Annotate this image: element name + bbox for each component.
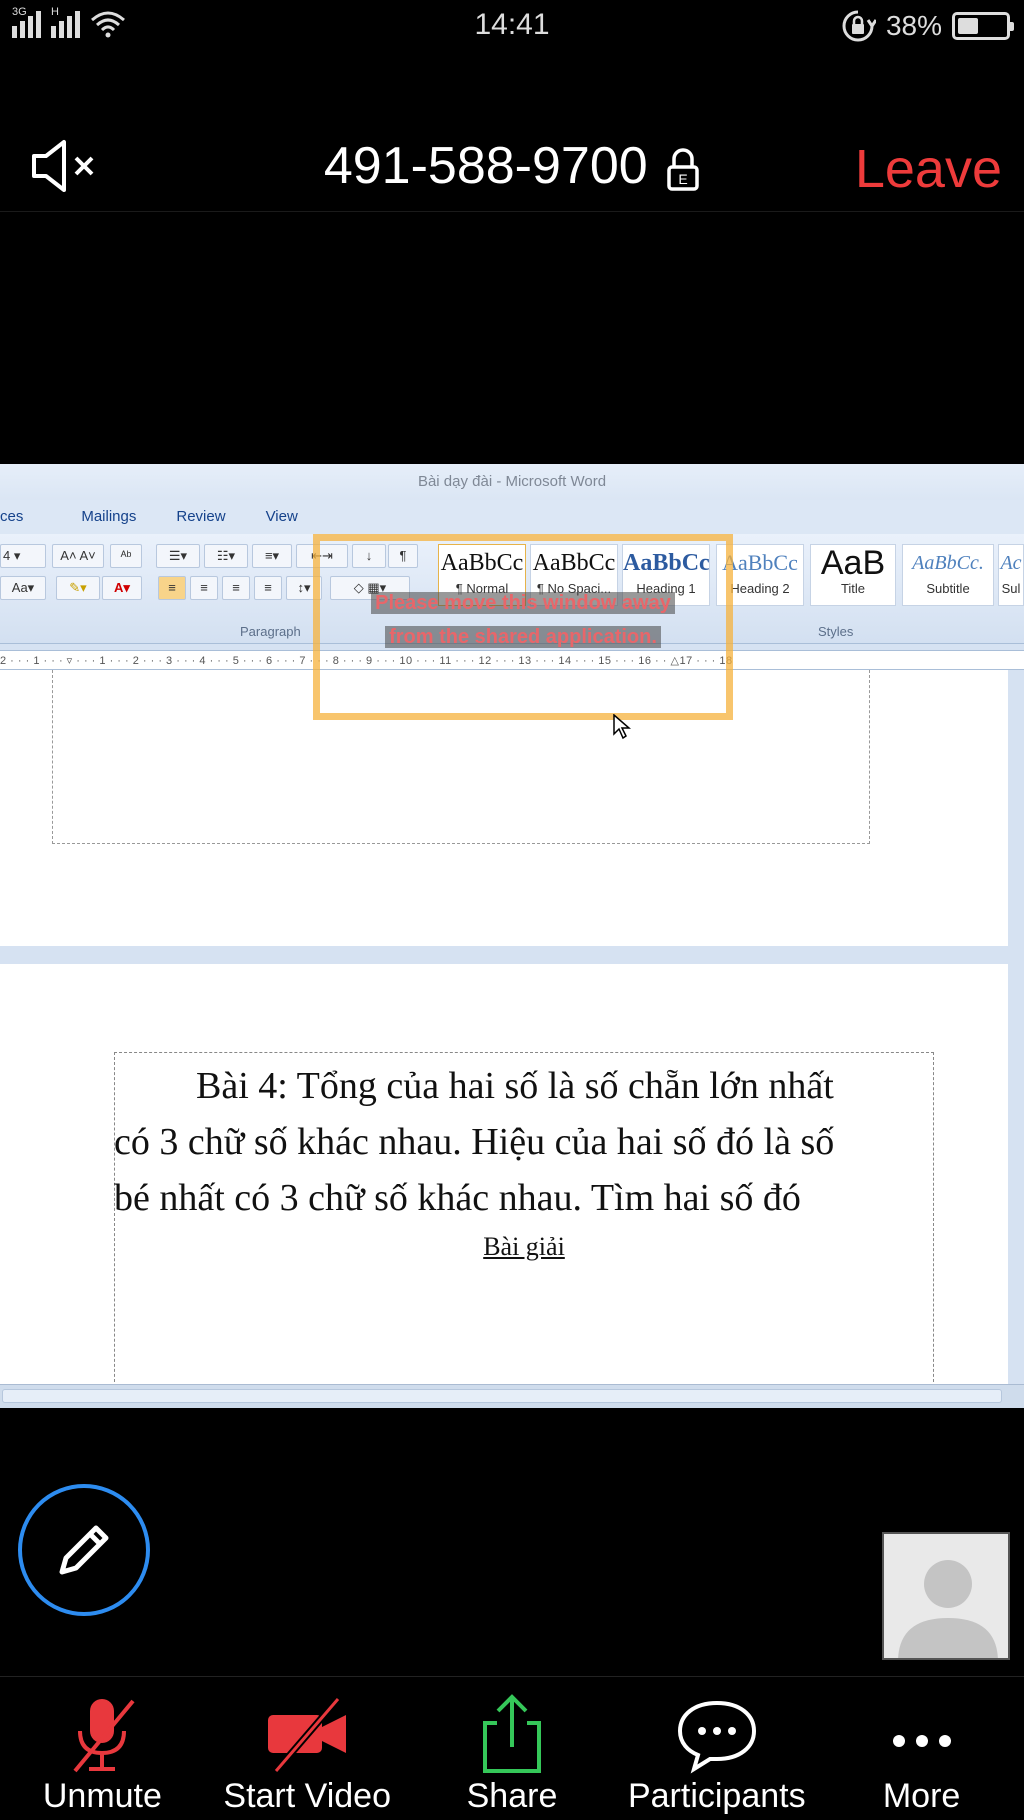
mic-muted-icon <box>73 1699 135 1773</box>
bullets-icon: ☰▾ <box>156 544 200 568</box>
problem-line-3: bé nhất có 3 chữ số khác nhau. Tìm hai s… <box>114 1177 801 1219</box>
font-color-icon: A▾ <box>102 576 142 600</box>
encryption-lock-icon: E <box>667 148 699 192</box>
more-dots-icon <box>892 1735 951 1747</box>
start-video-button[interactable]: Start Video <box>205 1677 410 1820</box>
share-button[interactable]: Share <box>410 1677 615 1820</box>
share-icon <box>482 1694 541 1773</box>
warning-line-1: Please move this window away <box>371 592 675 614</box>
tab-references: ces <box>0 508 24 525</box>
pencil-icon <box>59 1525 109 1575</box>
battery-level <box>958 18 978 34</box>
self-video-thumbnail[interactable] <box>882 1532 1010 1660</box>
grow-shrink-font-icon: A˄ A˅ <box>52 544 104 568</box>
tab-view: View <box>265 508 298 525</box>
document-page-2: Bài 4: Tổng của hai số là số chẵn lớn nh… <box>0 964 1008 1392</box>
battery-icon <box>952 12 1014 40</box>
chat-bubble-icon <box>677 1700 756 1774</box>
horizontal-scrollbar <box>0 1384 1024 1408</box>
styles-group-label: Styles <box>818 624 854 639</box>
leave-button[interactable]: Leave <box>855 138 1002 200</box>
ribbon-tabs: ces Mailings Review View <box>0 500 1024 534</box>
problem-text: Bài 4: Tổng của hai số là số chẵn lớn nh… <box>114 1058 914 1226</box>
align-center-icon: ≡ <box>190 576 218 600</box>
video-off-icon <box>268 1696 347 1774</box>
multilevel-list-icon: ≡▾ <box>252 544 292 568</box>
align-left-icon: ≡ <box>158 576 186 600</box>
tab-mailings: Mailings <box>81 508 137 525</box>
participants-label: Participants <box>627 1777 806 1815</box>
clear-format-icon: ᴬᵇ <box>110 544 142 568</box>
status-right: 38% <box>840 8 1014 44</box>
svg-text:E: E <box>678 171 687 187</box>
style-sample: AaB <box>820 545 886 581</box>
more-button[interactable]: More <box>819 1677 1024 1820</box>
battery-percent: 38% <box>885 10 942 41</box>
participants-button[interactable]: Participants <box>614 1677 819 1820</box>
problem-line-2: có 3 chữ số khác nhau. Hiệu của hai số đ… <box>114 1121 835 1163</box>
warning-line-2: from the shared application. <box>385 626 661 648</box>
problem-line-1: Bài 4: Tổng của hai số là số chẵn lớn nh… <box>196 1065 834 1107</box>
meeting-id-text: 491-588-9700 <box>323 137 648 195</box>
style-title: AaB Title <box>810 544 896 606</box>
style-name: Subtitle <box>926 581 970 596</box>
unmute-button[interactable]: Unmute <box>0 1677 205 1820</box>
start-video-label: Start Video <box>223 1777 391 1815</box>
annotate-button[interactable] <box>18 1484 150 1616</box>
shared-screen[interactable]: Bài dạy đài - Microsoft Word ces Mailing… <box>0 464 1024 1408</box>
rotation-lock-icon <box>842 10 876 42</box>
move-window-warning: Please move this window away from the sh… <box>350 586 696 654</box>
justify-icon: ≡ <box>254 576 282 600</box>
style-subtle: Ac Sul <box>998 544 1024 606</box>
numbering-icon: ☷▾ <box>204 544 248 568</box>
change-case-icon: Aa▾ <box>0 576 46 600</box>
style-name: Title <box>840 581 866 596</box>
tab-review: Review <box>176 508 226 525</box>
avatar-icon <box>898 1560 998 1658</box>
align-right-icon: ≡ <box>222 576 250 600</box>
scrollbar-thumb <box>2 1389 1002 1403</box>
share-label: Share <box>466 1777 558 1815</box>
paragraph-group-label: Paragraph <box>240 624 301 639</box>
font-size-value: 4 <box>3 548 11 563</box>
font-size-box: 4 ▾ <box>0 544 46 568</box>
solution-heading: Bài giải <box>483 1232 565 1261</box>
highlight-icon: ✎▾ <box>56 576 100 600</box>
meeting-header: 491-588-9700 E Leave <box>0 120 1024 212</box>
style-sample: AaBbCc. <box>912 552 984 574</box>
word-title-bar: Bài dạy đài - Microsoft Word <box>0 464 1024 500</box>
meeting-toolbar: Unmute Start Video Share Participants Mo… <box>0 1676 1024 1820</box>
more-label: More <box>882 1777 961 1815</box>
unmute-label: Unmute <box>42 1777 162 1815</box>
style-subtitle: AaBbCc. Subtitle <box>902 544 994 606</box>
style-sample: Ac <box>1000 552 1022 574</box>
mouse-cursor-icon <box>613 714 631 740</box>
status-bar: 3G H 14:41 38% <box>0 0 1024 52</box>
style-name: Sul <box>1001 581 1021 596</box>
